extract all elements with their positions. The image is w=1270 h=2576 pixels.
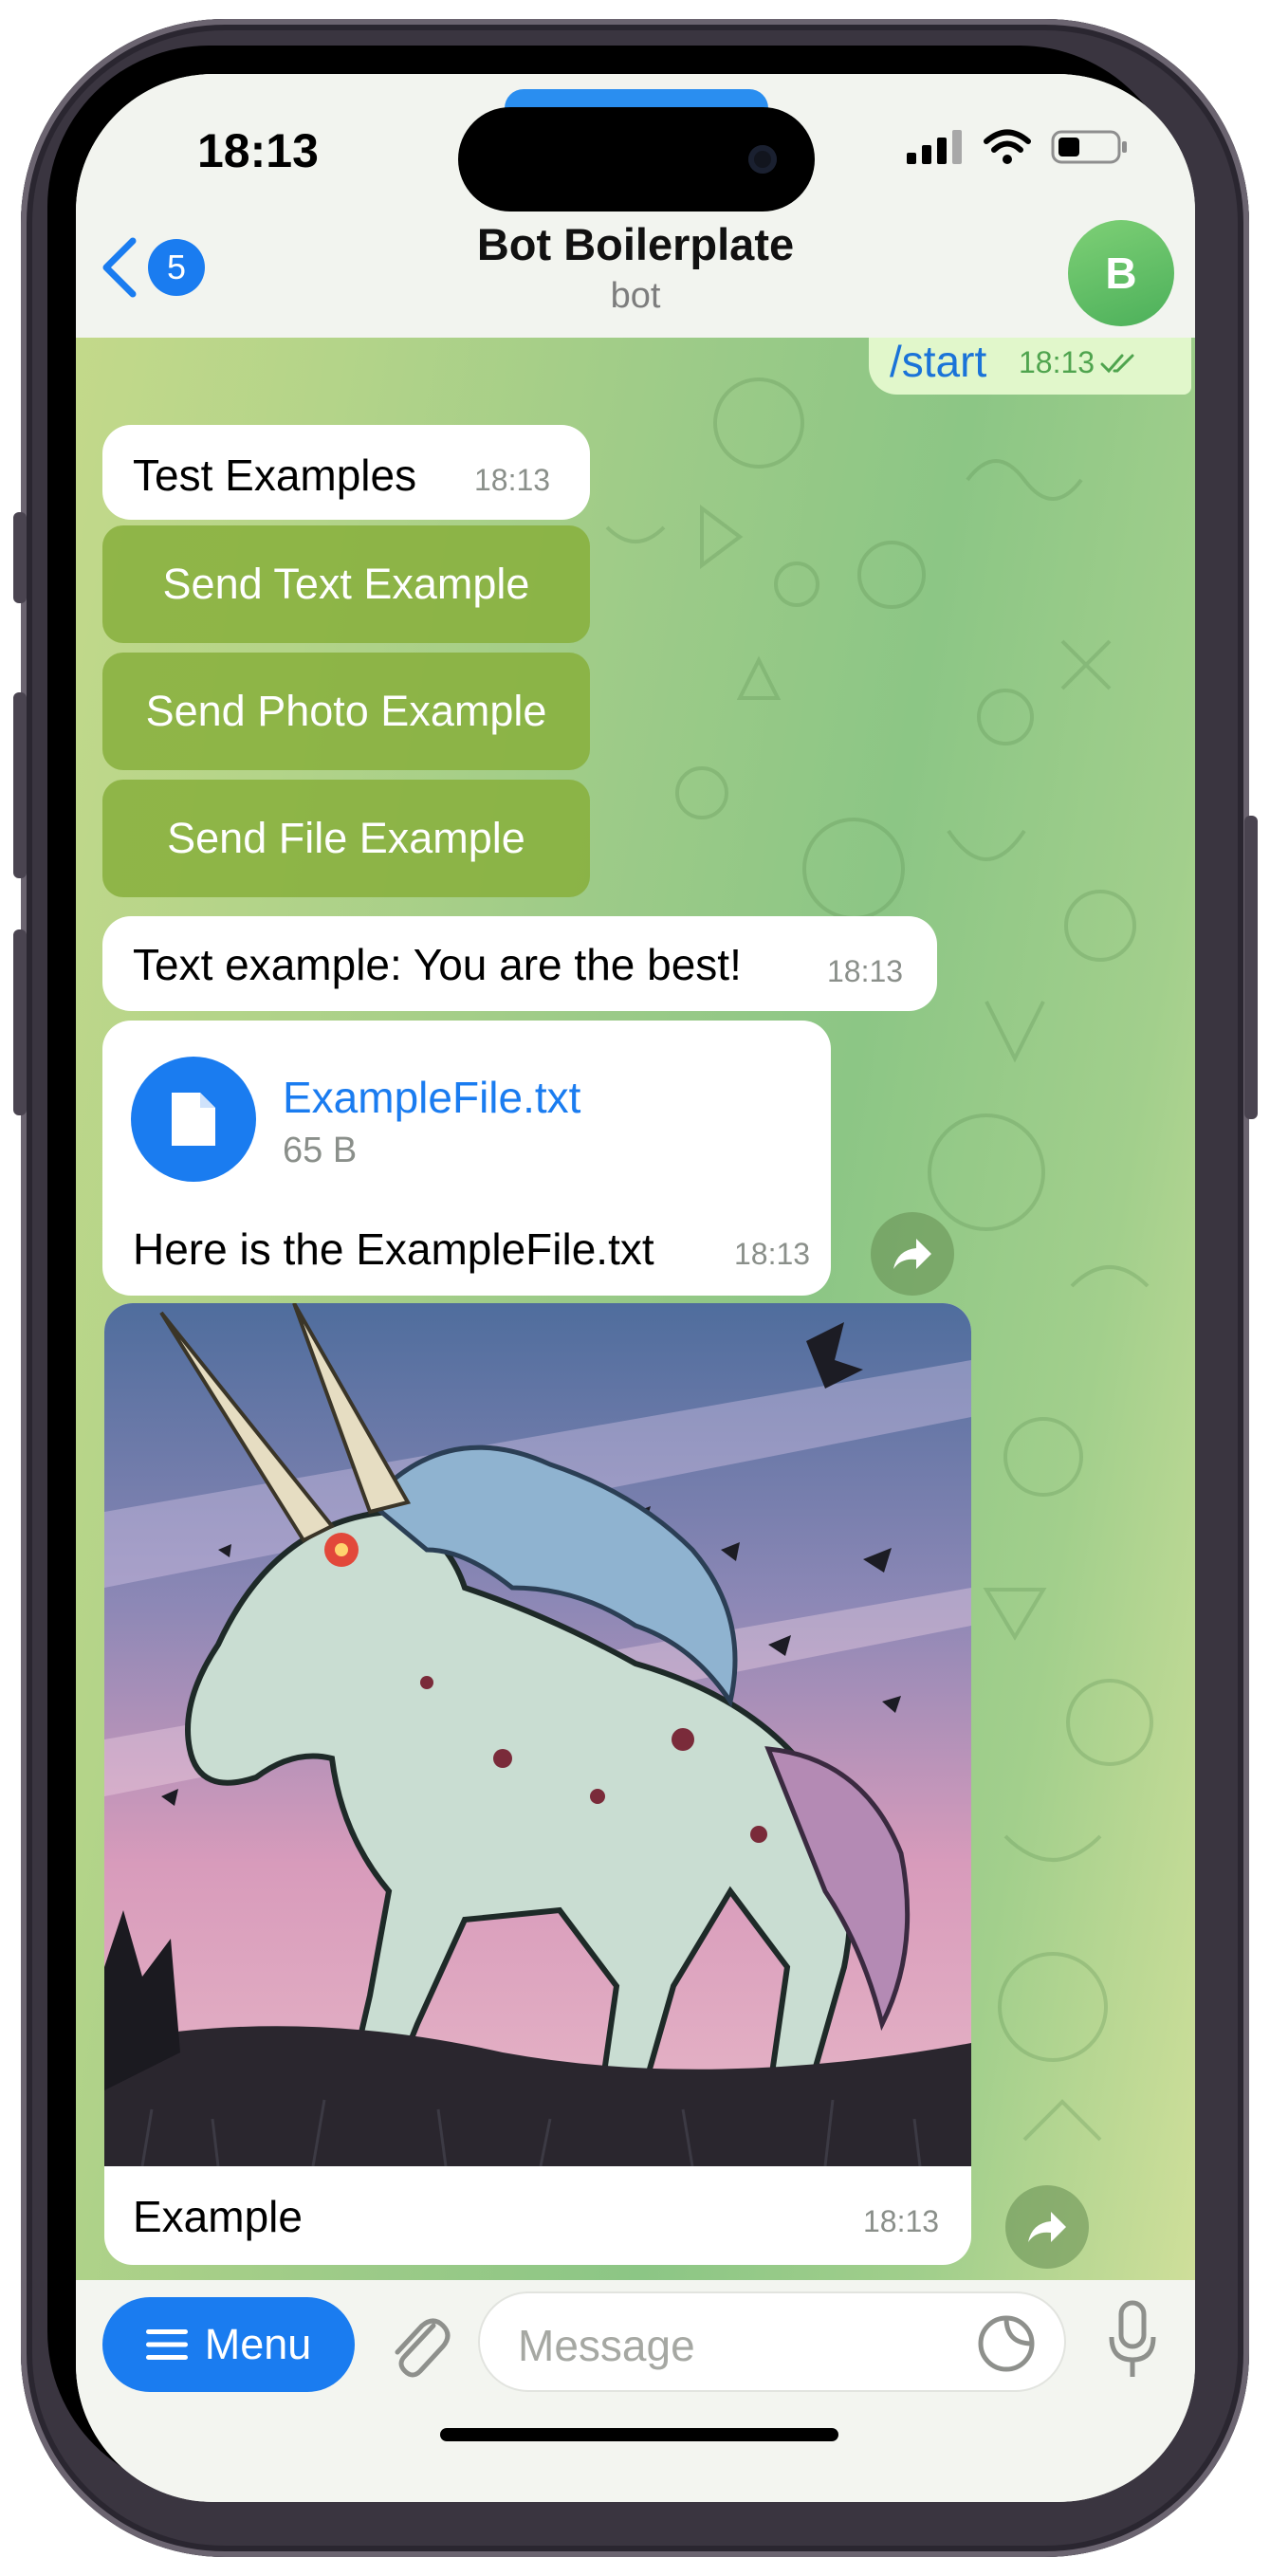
signal-icon xyxy=(907,130,962,164)
file-size: 65 B xyxy=(283,1131,358,1170)
volume-up-button xyxy=(13,692,27,878)
input-bar: Menu Message xyxy=(76,2280,1195,2502)
sticker-icon[interactable] xyxy=(977,2314,1036,2373)
message-placeholder: Message xyxy=(518,2321,695,2370)
forward-button[interactable] xyxy=(1005,2185,1089,2269)
chat-subtitle: bot xyxy=(610,276,661,316)
outgoing-message[interactable]: /start 18:13 xyxy=(869,338,1191,395)
text-example-message[interactable]: Text example: You are the best! 18:13 xyxy=(102,916,937,1011)
share-arrow-icon xyxy=(1028,2212,1066,2242)
chat-title-block[interactable]: Bot Boilerplate bot xyxy=(76,218,1195,317)
share-arrow-icon xyxy=(893,1239,931,1269)
paperclip-icon[interactable] xyxy=(384,2305,452,2381)
message-time: 18:13 xyxy=(1019,345,1095,379)
front-camera xyxy=(748,145,777,174)
send-text-example-button[interactable]: Send Text Example xyxy=(102,525,590,643)
photo-caption: Example xyxy=(133,2192,303,2241)
photo-message[interactable]: Example 18:13 xyxy=(104,1303,971,2265)
microphone-icon[interactable] xyxy=(1106,2299,1159,2381)
status-icons xyxy=(907,129,1129,165)
chat-title: Bot Boilerplate xyxy=(476,219,795,269)
volume-down-button xyxy=(13,929,27,1115)
file-download-button[interactable] xyxy=(131,1057,256,1182)
message-meta: 18:13 xyxy=(1019,345,1138,380)
forward-button[interactable] xyxy=(871,1212,954,1296)
status-time: 18:13 xyxy=(197,124,319,177)
message-time: 18:13 xyxy=(734,1237,811,1271)
message-time: 18:13 xyxy=(474,463,551,497)
document-icon xyxy=(172,1093,215,1146)
unicorn-illustration[interactable] xyxy=(104,1303,971,2166)
file-message[interactable]: ExampleFile.txt 65 B Here is the Example… xyxy=(102,1021,831,1296)
message-time: 18:13 xyxy=(863,2204,940,2238)
action-button xyxy=(13,512,27,603)
message-time: 18:13 xyxy=(827,954,904,988)
home-indicator[interactable] xyxy=(440,2428,838,2441)
chat-area[interactable]: /start 18:13 Test Examples 18:13 Send Te… xyxy=(76,338,1195,2280)
avatar[interactable]: B xyxy=(1068,220,1174,326)
dynamic-island xyxy=(458,107,815,212)
file-caption: Here is the ExampleFile.txt xyxy=(133,1224,654,1274)
command-text[interactable]: /start xyxy=(890,338,986,387)
message-text: Text example: You are the best! xyxy=(133,940,742,989)
send-photo-example-button[interactable]: Send Photo Example xyxy=(102,653,590,770)
phone-screen: 18:13 5 Bot Boilerplate bot B /start 18:… xyxy=(76,74,1195,2502)
double-check-icon xyxy=(1100,354,1134,373)
hamburger-icon xyxy=(145,2329,188,2360)
chat-header: 18:13 5 Bot Boilerplate bot B xyxy=(76,74,1195,338)
power-button xyxy=(1244,816,1258,1119)
wifi-icon xyxy=(984,129,1031,164)
battery-icon xyxy=(1051,130,1127,164)
test-examples-message[interactable]: Test Examples 18:13 xyxy=(102,425,590,520)
message-input[interactable]: Message xyxy=(478,2291,1066,2392)
send-file-example-button[interactable]: Send File Example xyxy=(102,780,590,897)
file-name[interactable]: ExampleFile.txt xyxy=(283,1072,580,1123)
menu-label: Menu xyxy=(204,2320,312,2368)
menu-button[interactable]: Menu xyxy=(102,2297,355,2392)
message-text: Test Examples xyxy=(133,451,417,500)
